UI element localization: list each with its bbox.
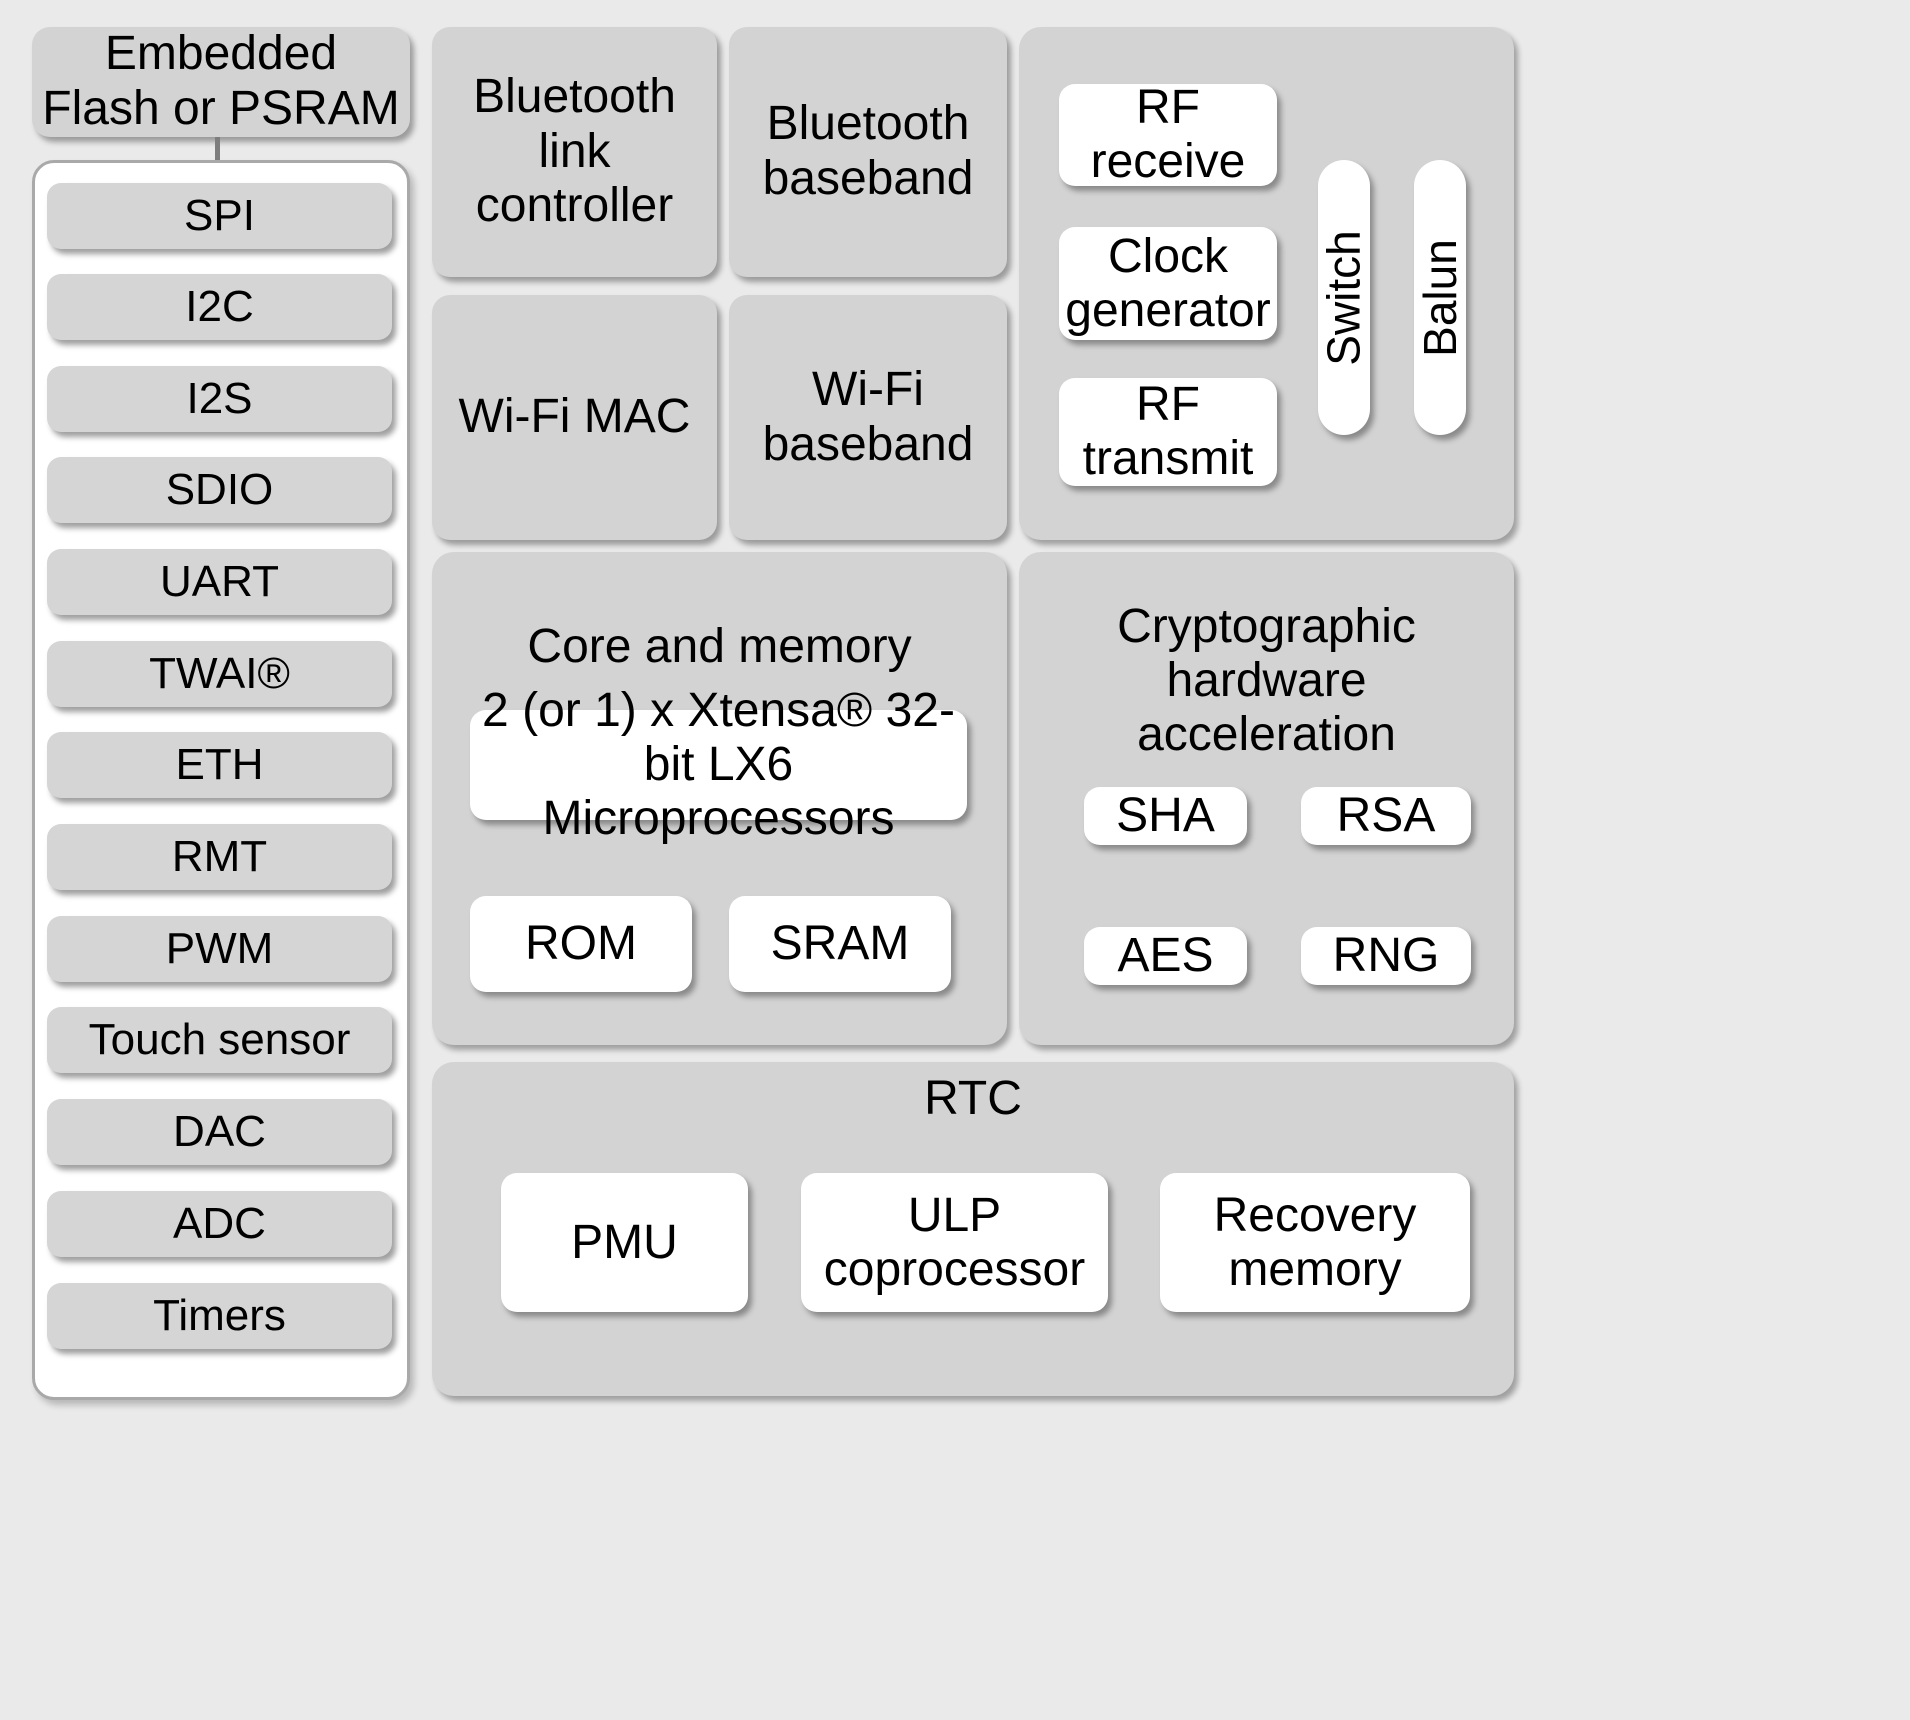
- ulp-line2: coprocessor: [823, 1242, 1086, 1296]
- peripheral-item-i2s[interactable]: I2S: [47, 366, 392, 432]
- clock-generator-line2: generator: [1065, 283, 1271, 337]
- bluetooth-link-controller-block: Bluetooth link controller: [432, 27, 717, 277]
- rsa-block: RSA: [1301, 787, 1471, 845]
- peripheral-item-spi[interactable]: SPI: [47, 183, 392, 249]
- xtensa-line2: bit LX6 Microprocessors: [542, 738, 895, 845]
- crypto-title-line2: acceleration: [1137, 707, 1396, 761]
- rom-block: ROM: [470, 896, 692, 992]
- ulp-line1: ULP: [907, 1188, 1002, 1242]
- sram-block: SRAM: [729, 896, 951, 992]
- wifi-baseband-line2: baseband: [762, 417, 974, 471]
- rsa-label: RSA: [1336, 789, 1436, 843]
- peripheral-label: I2S: [186, 374, 253, 423]
- peripheral-item-uart[interactable]: UART: [47, 549, 392, 615]
- pmu-block: PMU: [501, 1173, 748, 1312]
- peripheral-item-pwm[interactable]: PWM: [47, 916, 392, 982]
- peripheral-label: Timers: [153, 1291, 286, 1340]
- wifi-mac-label: Wi-Fi MAC: [458, 390, 691, 444]
- peripheral-item-timers[interactable]: Timers: [47, 1283, 392, 1349]
- ulp-coprocessor-block: ULP coprocessor: [801, 1173, 1108, 1312]
- wifi-baseband-line1: Wi-Fi: [812, 362, 924, 416]
- pmu-label: PMU: [571, 1215, 678, 1269]
- peripheral-label: RMT: [171, 832, 268, 881]
- rf-receive-line1: RF: [1136, 81, 1200, 135]
- wifi-mac-block: Wi-Fi MAC: [432, 295, 717, 540]
- crypto-acceleration-title: Cryptographic hardware acceleration: [1019, 600, 1514, 761]
- core-and-memory-title: Core and memory: [527, 620, 912, 673]
- clock-generator-block: Clock generator: [1059, 227, 1277, 340]
- rf-receive-block: RF receive: [1059, 81, 1277, 188]
- recovery-line2: memory: [1228, 1242, 1402, 1296]
- peripheral-label: ADC: [173, 1199, 266, 1248]
- sha-block: SHA: [1084, 787, 1247, 845]
- peripheral-label: I2C: [185, 282, 254, 331]
- embedded-flash-psram-line2: Flash or PSRAM: [42, 82, 400, 135]
- recovery-line1: Recovery: [1213, 1188, 1417, 1242]
- peripheral-label: SDIO: [165, 465, 274, 514]
- crypto-title-line1: Cryptographic hardware: [1117, 600, 1416, 707]
- peripheral-item-dac[interactable]: DAC: [47, 1099, 392, 1165]
- rf-switch-block: Switch: [1318, 160, 1370, 435]
- peripheral-item-twai[interactable]: TWAI®: [47, 641, 392, 707]
- rf-transmit-block: RF transmit: [1059, 378, 1277, 486]
- sha-label: SHA: [1116, 789, 1215, 843]
- bt-baseband-line2: baseband: [762, 152, 974, 205]
- rf-transmit-line2: transmit: [1082, 432, 1254, 485]
- rom-label: ROM: [525, 917, 637, 971]
- aes-label: AES: [1117, 929, 1214, 983]
- peripheral-item-adc[interactable]: ADC: [47, 1191, 392, 1257]
- rng-block: RNG: [1301, 927, 1471, 985]
- peripheral-item-touch-sensor[interactable]: Touch sensor: [47, 1007, 392, 1073]
- bt-link-controller-line1: Bluetooth: [473, 69, 676, 123]
- peripheral-label: UART: [160, 557, 279, 606]
- rf-switch-label: Switch: [1318, 229, 1371, 366]
- sram-label: SRAM: [770, 917, 910, 971]
- embedded-flash-psram-line1: Embedded: [104, 27, 338, 81]
- peripheral-label: ETH: [175, 740, 264, 789]
- peripheral-label: DAC: [173, 1107, 266, 1156]
- rng-label: RNG: [1332, 929, 1440, 983]
- rtc-title: RTC: [924, 1072, 1022, 1125]
- rf-receive-line2: receive: [1090, 135, 1246, 188]
- xtensa-line1: 2 (or 1) x Xtensa® 32-: [482, 684, 955, 738]
- rf-transmit-line1: RF: [1136, 378, 1200, 432]
- wifi-baseband-block: Wi-Fi baseband: [729, 295, 1007, 540]
- recovery-memory-block: Recovery memory: [1160, 1173, 1470, 1312]
- peripheral-label: TWAI®: [149, 649, 290, 698]
- xtensa-microprocessors-block: 2 (or 1) x Xtensa® 32- bit LX6 Microproc…: [470, 684, 967, 845]
- clock-generator-line1: Clock: [1107, 229, 1229, 283]
- rf-balun-label: Balun: [1414, 238, 1466, 357]
- peripheral-item-sdio[interactable]: SDIO: [47, 457, 392, 523]
- peripheral-label: PWM: [165, 924, 274, 973]
- bt-link-controller-line2: link: [538, 124, 611, 178]
- bluetooth-baseband-block: Bluetooth baseband: [729, 27, 1007, 277]
- peripheral-item-rmt[interactable]: RMT: [47, 824, 392, 890]
- bt-baseband-line1: Bluetooth: [766, 97, 970, 151]
- peripheral-label: SPI: [184, 191, 255, 240]
- peripheral-item-eth[interactable]: ETH: [47, 732, 392, 798]
- bt-link-controller-line3: controller: [475, 179, 674, 233]
- aes-block: AES: [1084, 927, 1247, 985]
- peripheral-label: Touch sensor: [88, 1015, 351, 1064]
- peripheral-item-i2c[interactable]: I2C: [47, 274, 392, 340]
- embedded-flash-psram-block: Embedded Flash or PSRAM: [32, 27, 410, 137]
- rf-balun-block: Balun: [1414, 160, 1466, 435]
